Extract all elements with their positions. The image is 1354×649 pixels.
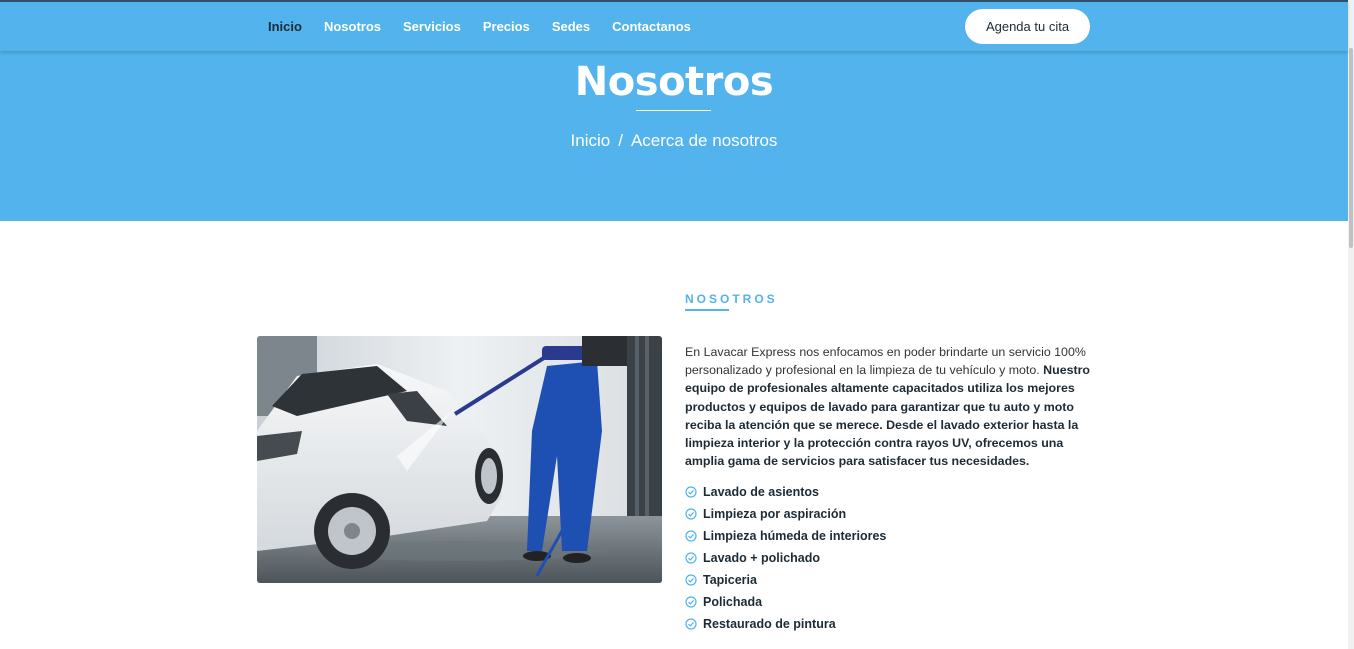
breadcrumb-current: Acerca de nosotros <box>630 131 778 150</box>
about-paragraph: En Lavacar Express nos enfocamos en pode… <box>685 343 1095 470</box>
scrollbar-thumb[interactable] <box>1349 48 1353 248</box>
car-wash-photo <box>257 336 662 583</box>
feature-label: Lavado + polichado <box>703 551 821 565</box>
breadcrumb-home-link[interactable]: Inicio <box>571 131 611 151</box>
section-label: NOSOTROS <box>685 292 778 306</box>
feature-item: Polichada <box>685 591 886 613</box>
feature-label: Lavado de asientos <box>703 485 820 499</box>
check-circle-icon <box>685 574 697 586</box>
agenda-cita-button[interactable]: Agenda tu cita <box>965 9 1090 44</box>
check-circle-icon <box>685 552 697 564</box>
page-title: Nosotros <box>574 59 774 105</box>
feature-label: Limpieza húmeda de interiores <box>703 529 887 543</box>
breadcrumb-separator: / <box>618 131 623 150</box>
feature-item: Tapiceria <box>685 569 886 591</box>
feature-label: Limpieza por aspiración <box>703 507 847 521</box>
feature-item: Restaurado de pintura <box>685 613 886 635</box>
nav-link-sedes[interactable]: Sedes <box>552 19 590 34</box>
check-circle-icon <box>685 508 697 520</box>
feature-item: Lavado + polichado <box>685 547 886 569</box>
nav-link-precios[interactable]: Precios <box>483 19 530 34</box>
about-intro-text: En Lavacar Express nos enfocamos en pode… <box>685 345 1086 378</box>
breadcrumb: Inicio / Acerca de nosotros <box>0 131 1348 151</box>
feature-item: Limpieza húmeda de interiores <box>685 525 886 547</box>
about-bold-text: Nuestro equipo de profesionales altament… <box>685 363 1090 469</box>
title-underline <box>636 110 711 111</box>
check-circle-icon <box>685 596 697 608</box>
check-circle-icon <box>685 618 697 630</box>
services-feature-list: Lavado de asientos Limpieza por aspiraci… <box>685 481 886 635</box>
top-navbar: Inicio Nosotros Servicios Precios Sedes … <box>0 0 1348 51</box>
nav-link-nosotros[interactable]: Nosotros <box>324 19 381 34</box>
feature-item: Limpieza por aspiración <box>685 503 886 525</box>
feature-item: Lavado de asientos <box>685 481 886 503</box>
feature-label: Restaurado de pintura <box>703 617 836 631</box>
feature-label: Tapiceria <box>703 573 757 587</box>
nav-link-contactanos[interactable]: Contactanos <box>612 19 691 34</box>
feature-label: Polichada <box>703 595 763 609</box>
nav-link-inicio[interactable]: Inicio <box>268 19 302 34</box>
nav-links: Inicio Nosotros Servicios Precios Sedes … <box>257 2 702 51</box>
page-hero: Nosotros Inicio / Acerca de nosotros <box>0 49 1348 221</box>
check-circle-icon <box>685 486 697 498</box>
check-circle-icon <box>685 530 697 542</box>
nav-link-servicios[interactable]: Servicios <box>403 19 461 34</box>
section-label-underline <box>685 309 729 311</box>
